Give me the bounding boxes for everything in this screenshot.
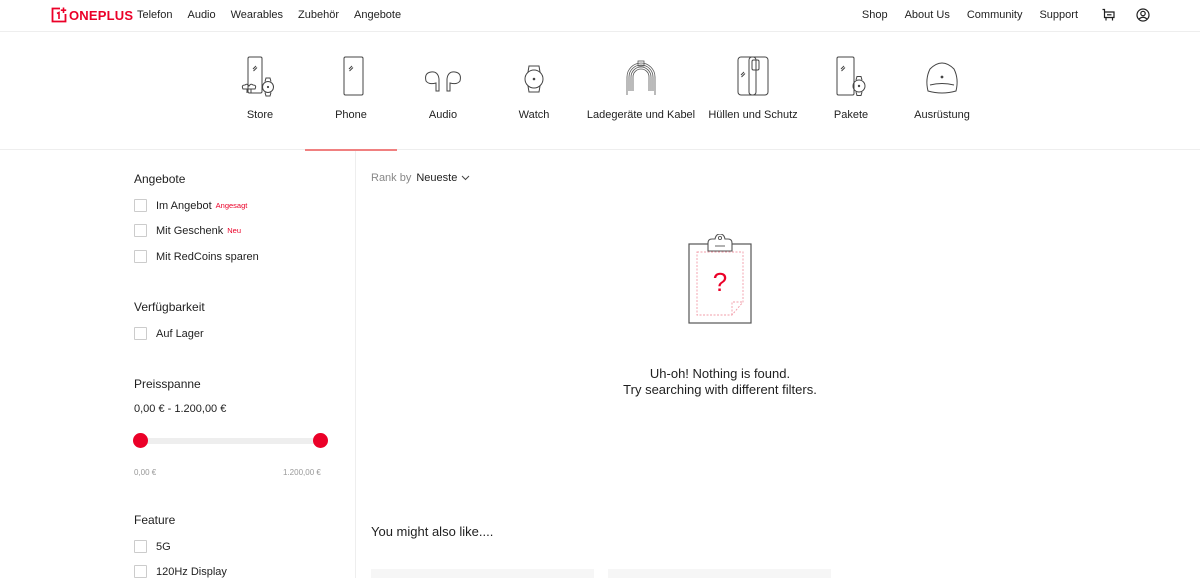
oneplus-logo[interactable]: ONEPLUS	[51, 7, 133, 23]
filter-120hz[interactable]: 120Hz Display	[134, 565, 227, 578]
price-slider-track[interactable]	[140, 438, 320, 444]
badge-neu: Neu	[227, 226, 242, 235]
primary-nav: Telefon Audio Wearables Zubehör Angebote	[137, 9, 416, 21]
nav-community[interactable]: Community	[967, 9, 1023, 21]
user-icon[interactable]	[1136, 8, 1150, 22]
backpack-icon	[926, 62, 958, 94]
case-icon	[737, 56, 769, 96]
nav-audio[interactable]: Audio	[187, 9, 215, 21]
category-label: Ladegeräte und Kabel	[586, 109, 696, 121]
rank-by-sort[interactable]: Rank by Neueste	[371, 172, 470, 184]
checkbox[interactable]	[134, 540, 147, 553]
brand-name: ONEPLUS	[69, 7, 134, 23]
checkbox[interactable]	[134, 199, 147, 212]
cable-icon	[626, 60, 656, 95]
price-min-label: 0,00 €	[134, 468, 157, 477]
chevron-down-icon[interactable]	[461, 175, 470, 181]
nav-wearables[interactable]: Wearables	[231, 9, 283, 21]
oneplus-logo-icon	[51, 7, 67, 23]
nav-support[interactable]: Support	[1039, 9, 1078, 21]
rank-by-value[interactable]: Neueste	[416, 172, 457, 184]
price-slider-max-handle[interactable]	[312, 433, 328, 448]
filter-sidebar: Angebote Im Angebot Angesagt Mit Geschen…	[0, 151, 356, 578]
store-icon	[241, 56, 274, 97]
category-cases[interactable]: Hüllen und Schutz	[705, 33, 801, 150]
category-bar: Store Phone Audio Watch Ladegeräte und K…	[0, 33, 1200, 151]
filter-redcoins[interactable]: Mit RedCoins sparen	[134, 250, 259, 263]
watch-icon	[524, 65, 544, 93]
empty-clipboard-icon: ?	[688, 234, 752, 324]
filter-title-availability: Verfügbarkeit	[134, 300, 205, 314]
category-store[interactable]: Store	[215, 33, 305, 150]
earbuds-icon	[425, 71, 461, 92]
price-max-label: 1.200,00 €	[283, 468, 321, 477]
filter-5g[interactable]: 5G	[134, 540, 171, 553]
recommendation-card[interactable]	[371, 569, 594, 578]
category-label: Audio	[428, 109, 458, 121]
category-label: Phone	[335, 109, 367, 121]
nav-zubehoer[interactable]: Zubehör	[298, 9, 339, 21]
cart-icon[interactable]	[1102, 8, 1116, 22]
phone-icon	[343, 56, 364, 96]
empty-state-message: Uh-oh! Nothing is found. Try searching w…	[560, 366, 880, 398]
category-bundles[interactable]: Pakete	[806, 33, 896, 150]
checkbox[interactable]	[134, 565, 147, 578]
nav-telefon[interactable]: Telefon	[137, 9, 172, 21]
filter-title-price: Preisspanne	[134, 377, 201, 391]
secondary-nav: Shop About Us Community Support	[845, 9, 1078, 21]
rank-by-label: Rank by	[371, 172, 412, 184]
filter-label: Auf Lager	[156, 327, 204, 340]
nav-about-us[interactable]: About Us	[905, 9, 950, 21]
category-label: Ausrüstung	[914, 109, 970, 121]
badge-angesagt: Angesagt	[215, 201, 248, 210]
filter-label: Im Angebot	[156, 199, 212, 212]
top-nav: ONEPLUS Telefon Audio Wearables Zubehör …	[0, 0, 1200, 32]
also-like-heading: You might also like....	[371, 524, 494, 539]
price-slider-min-handle[interactable]	[132, 433, 148, 448]
filter-mit-geschenk[interactable]: Mit Geschenk Neu	[134, 224, 241, 237]
svg-text:?: ?	[713, 267, 727, 297]
checkbox[interactable]	[134, 224, 147, 237]
category-watch[interactable]: Watch	[489, 33, 579, 150]
filter-label: 120Hz Display	[156, 565, 227, 578]
filter-title-offers: Angebote	[134, 172, 186, 186]
category-label: Watch	[518, 109, 550, 121]
checkbox[interactable]	[134, 250, 147, 263]
filter-im-angebot[interactable]: Im Angebot Angesagt	[134, 199, 247, 212]
category-audio[interactable]: Audio	[398, 33, 488, 150]
filter-title-feature: Feature	[134, 513, 176, 527]
category-gear[interactable]: Ausrüstung	[897, 33, 987, 150]
category-label: Store	[246, 109, 274, 121]
empty-line-1: Uh-oh! Nothing is found.	[649, 366, 791, 381]
category-label: Pakete	[833, 109, 869, 121]
filter-label: Mit RedCoins sparen	[156, 250, 259, 263]
empty-line-2: Try searching with different filters.	[623, 382, 817, 397]
category-phone[interactable]: Phone	[305, 33, 397, 151]
recommendation-card[interactable]	[608, 569, 831, 578]
filter-label: Mit Geschenk	[156, 224, 224, 237]
checkbox[interactable]	[134, 327, 147, 340]
category-label: Hüllen und Schutz	[708, 109, 798, 121]
category-chargers[interactable]: Ladegeräte und Kabel	[585, 33, 697, 150]
nav-angebote[interactable]: Angebote	[354, 9, 401, 21]
filter-label: 5G	[156, 540, 171, 553]
nav-shop[interactable]: Shop	[862, 9, 888, 21]
price-range-text: 0,00 € - 1.200,00 €	[134, 403, 227, 415]
bundle-icon	[836, 56, 866, 96]
filter-auf-lager[interactable]: Auf Lager	[134, 327, 204, 340]
